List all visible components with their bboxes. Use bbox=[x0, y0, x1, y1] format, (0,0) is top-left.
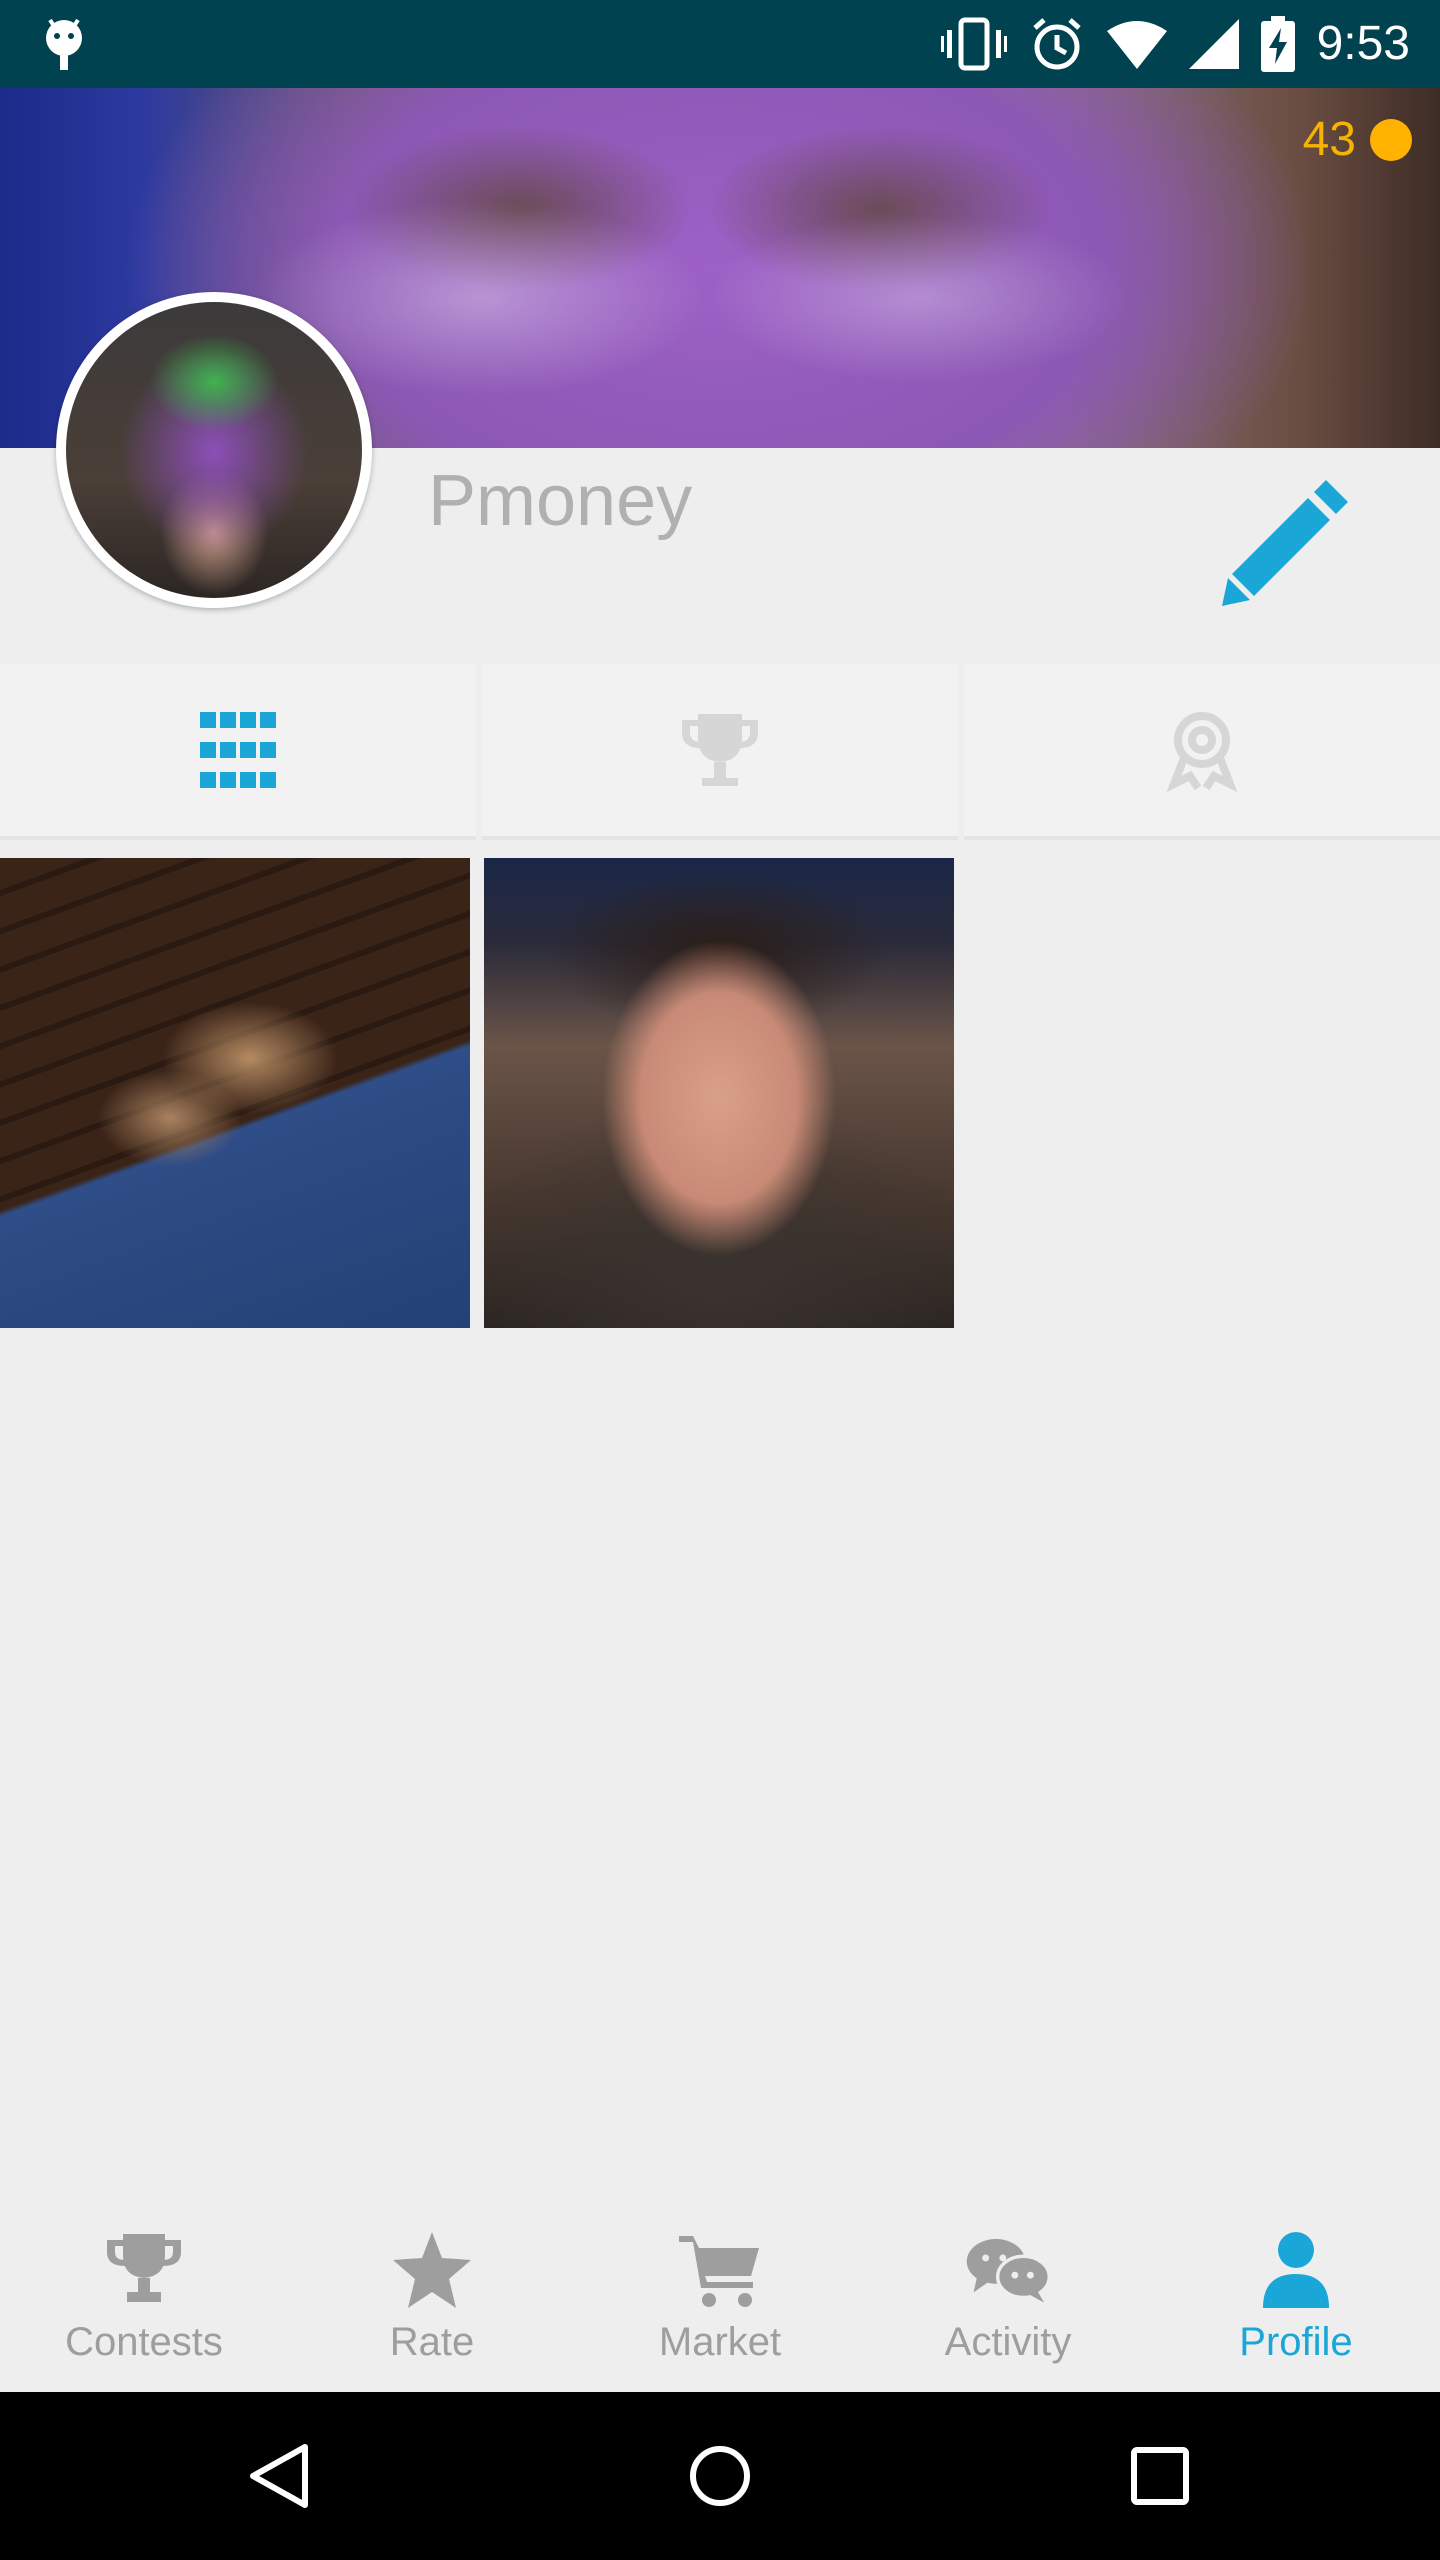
recents-icon bbox=[1131, 2447, 1189, 2505]
trophy-icon bbox=[682, 714, 758, 786]
nav-market[interactable]: Market bbox=[576, 2208, 864, 2392]
cart-icon bbox=[679, 2236, 759, 2307]
nav-activity[interactable]: Activity bbox=[864, 2208, 1152, 2392]
system-navigation-bar bbox=[0, 2392, 1440, 2560]
username: Pmoney bbox=[428, 461, 693, 541]
nav-label: Profile bbox=[1239, 2320, 1353, 2364]
pencil-icon bbox=[1222, 480, 1348, 606]
back-icon bbox=[250, 2444, 308, 2508]
back-button[interactable] bbox=[200, 2392, 360, 2560]
wifi-icon bbox=[1106, 21, 1167, 69]
award-icon bbox=[1166, 712, 1238, 792]
nav-label: Rate bbox=[389, 2320, 475, 2364]
trophy-icon bbox=[107, 2234, 181, 2302]
avatar-image bbox=[66, 302, 362, 598]
edit-profile-button[interactable] bbox=[1208, 470, 1358, 620]
status-bar: 9:53 bbox=[0, 0, 1440, 88]
nav-label: Market bbox=[658, 2320, 782, 2364]
nav-label: Activity bbox=[944, 2320, 1072, 2364]
person-icon bbox=[1263, 2232, 1329, 2308]
nav-contests[interactable]: Contests bbox=[0, 2208, 288, 2392]
nav-profile[interactable]: Profile bbox=[1152, 2208, 1440, 2392]
tab-trophies[interactable] bbox=[482, 664, 958, 840]
android-icon bbox=[46, 18, 82, 70]
home-icon bbox=[690, 2446, 750, 2506]
tab-awards[interactable] bbox=[964, 664, 1440, 840]
avatar[interactable] bbox=[56, 292, 372, 608]
profile-tabs bbox=[0, 664, 1440, 840]
star-icon bbox=[393, 2232, 471, 2308]
vibrate-icon bbox=[940, 17, 1007, 71]
battery-charging-icon bbox=[1260, 16, 1295, 72]
coin-count: 43 bbox=[1302, 113, 1356, 166]
chat-icon bbox=[966, 2239, 1051, 2303]
clock-time: 9:53 bbox=[1316, 17, 1410, 70]
recents-button[interactable] bbox=[1080, 2392, 1240, 2560]
photo-thumbnail[interactable] bbox=[0, 858, 470, 1328]
nav-rate[interactable]: Rate bbox=[288, 2208, 576, 2392]
home-button[interactable] bbox=[640, 2392, 800, 2560]
coin-balance[interactable]: 43 bbox=[1303, 112, 1412, 167]
tab-grid[interactable] bbox=[0, 664, 476, 840]
grid-icon bbox=[200, 712, 276, 788]
coin-icon bbox=[1370, 118, 1412, 161]
bottom-navigation: Contests Rate Market Activity Profile bbox=[0, 2208, 1440, 2392]
nav-label: Contests bbox=[65, 2320, 223, 2364]
signal-icon bbox=[1188, 19, 1239, 69]
photo-thumbnail[interactable] bbox=[484, 858, 954, 1328]
alarm-icon bbox=[1032, 18, 1081, 70]
